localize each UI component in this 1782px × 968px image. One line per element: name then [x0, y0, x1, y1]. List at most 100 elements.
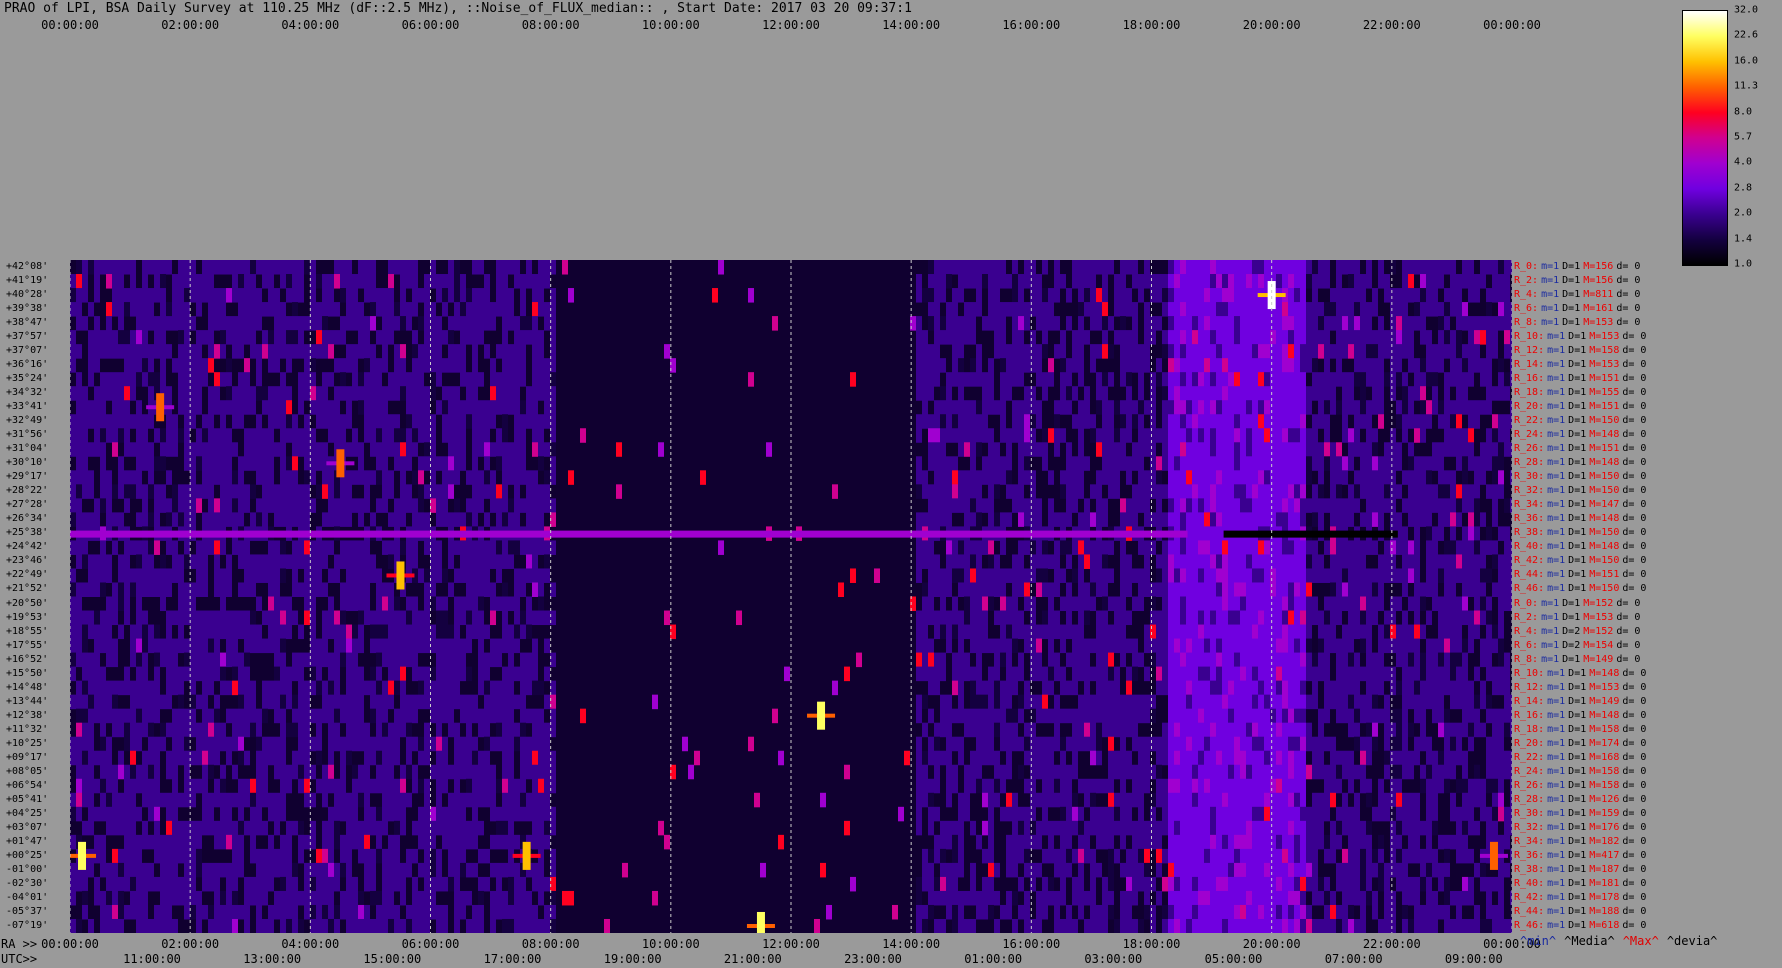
declination-label: -04°01' — [3, 892, 48, 903]
heatmap-cell — [1456, 624, 1462, 640]
heatmap-cell — [88, 372, 94, 387]
declination-value: +40°28' — [6, 289, 49, 301]
heatmap-cell — [148, 694, 154, 710]
heatmap-cell — [1288, 260, 1294, 275]
heatmap-cell — [1006, 666, 1012, 682]
heatmap-cell — [1282, 372, 1288, 387]
heatmap-cell — [466, 708, 472, 724]
heatmap-cell — [1372, 442, 1378, 457]
heatmap-cell — [382, 708, 388, 724]
heatmap-cell — [1198, 526, 1204, 541]
heatmap-cell — [1216, 428, 1222, 443]
heatmap-cell — [514, 428, 520, 443]
heatmap-cell — [1204, 680, 1210, 696]
heatmap-cell — [268, 554, 274, 569]
heatmap-cell — [1420, 596, 1426, 612]
heatmap-cell — [232, 652, 238, 668]
heatmap-cell — [118, 330, 124, 345]
heatmap-cell — [148, 484, 154, 499]
heatmap-cell — [922, 652, 928, 668]
heatmap-cell — [154, 512, 160, 527]
heatmap-cell — [916, 274, 922, 289]
heatmap-cell — [1198, 540, 1204, 555]
heatmap-cell — [364, 274, 370, 289]
heatmap-cell — [1162, 456, 1168, 471]
heatmap-cell — [958, 414, 964, 429]
heatmap-cell — [424, 428, 430, 443]
heatmap-cell — [418, 624, 424, 640]
heatmap-cell — [946, 316, 952, 331]
heatmap-cell — [382, 302, 388, 317]
heatmap-cell — [226, 400, 232, 415]
heatmap-cell — [1174, 680, 1180, 696]
heatmap-cell — [124, 596, 130, 612]
heatmap-cell — [1414, 358, 1420, 373]
heatmap-cell — [412, 554, 418, 569]
heatmap-cell — [538, 386, 544, 401]
heatmap-cell — [520, 722, 526, 738]
heatmap-cell — [1090, 484, 1096, 499]
heatmap-cell — [964, 512, 970, 527]
heatmap-cell — [964, 596, 970, 612]
heatmap-cell — [1354, 596, 1360, 612]
heatmap-cell — [532, 274, 538, 289]
heatmap-plot[interactable] — [70, 260, 1512, 933]
heatmap-cell — [502, 372, 508, 387]
heatmap-cell — [1432, 526, 1438, 541]
heatmap-cell — [1288, 456, 1294, 471]
heatmap-cell — [1018, 428, 1024, 443]
heatmap-cell — [1090, 358, 1096, 373]
heatmap-svg[interactable] — [70, 260, 1512, 933]
heatmap-cell — [1054, 708, 1060, 724]
heatmap-cell — [1150, 274, 1156, 289]
heatmap-cell — [262, 610, 268, 626]
heatmap-cell — [1438, 470, 1444, 485]
heatmap-cell — [166, 610, 172, 626]
heatmap-cell — [106, 596, 112, 612]
heatmap-cell — [1090, 288, 1096, 303]
heatmap-cell — [1240, 498, 1246, 513]
heatmap-cell — [238, 330, 244, 345]
heatmap-cell — [1360, 484, 1366, 499]
heatmap-cell — [1078, 708, 1084, 724]
heatmap-cell — [1024, 624, 1030, 640]
heatmap-cell — [1156, 358, 1162, 373]
heatmap-cell — [1054, 428, 1060, 443]
heatmap-cell — [1048, 708, 1054, 724]
heatmap-cell — [1102, 372, 1108, 387]
heatmap-cell — [400, 694, 406, 710]
heatmap-cell — [1264, 652, 1270, 668]
heatmap-cell — [1336, 708, 1342, 724]
heatmap-cell — [928, 274, 934, 289]
heatmap-cell — [1048, 680, 1054, 696]
heatmap-cell — [1000, 372, 1006, 387]
heatmap-cell — [1348, 582, 1354, 597]
heatmap-cell — [496, 302, 502, 317]
heatmap-cell — [1456, 680, 1462, 696]
heatmap-cell — [334, 428, 340, 443]
heatmap-cell — [1390, 386, 1396, 401]
heatmap-cell — [1192, 484, 1198, 499]
heatmap-cell — [1270, 568, 1276, 583]
heatmap-cell — [1258, 400, 1264, 415]
heatmap-cell — [118, 484, 124, 499]
heatmap-cell — [244, 358, 250, 373]
heatmap-cell — [1180, 400, 1186, 415]
heatmap-cell — [394, 442, 400, 457]
heatmap-cell — [502, 638, 508, 654]
heatmap-cell — [286, 666, 292, 682]
heatmap-cell — [1456, 596, 1462, 612]
heatmap-cell — [1012, 400, 1018, 415]
heatmap-cell — [250, 274, 256, 289]
heatmap-cell — [490, 386, 496, 401]
heatmap-cell — [418, 638, 424, 654]
heatmap-cell — [1438, 400, 1444, 415]
heatmap-cell — [1078, 316, 1084, 331]
heatmap-cell — [1240, 260, 1246, 275]
heatmap-cell — [1000, 414, 1006, 429]
heatmap-cell — [958, 694, 964, 710]
heatmap-cell — [1366, 316, 1372, 331]
heatmap-cell — [436, 372, 442, 387]
heatmap-cell — [934, 400, 940, 415]
heatmap-cell — [1090, 722, 1096, 738]
